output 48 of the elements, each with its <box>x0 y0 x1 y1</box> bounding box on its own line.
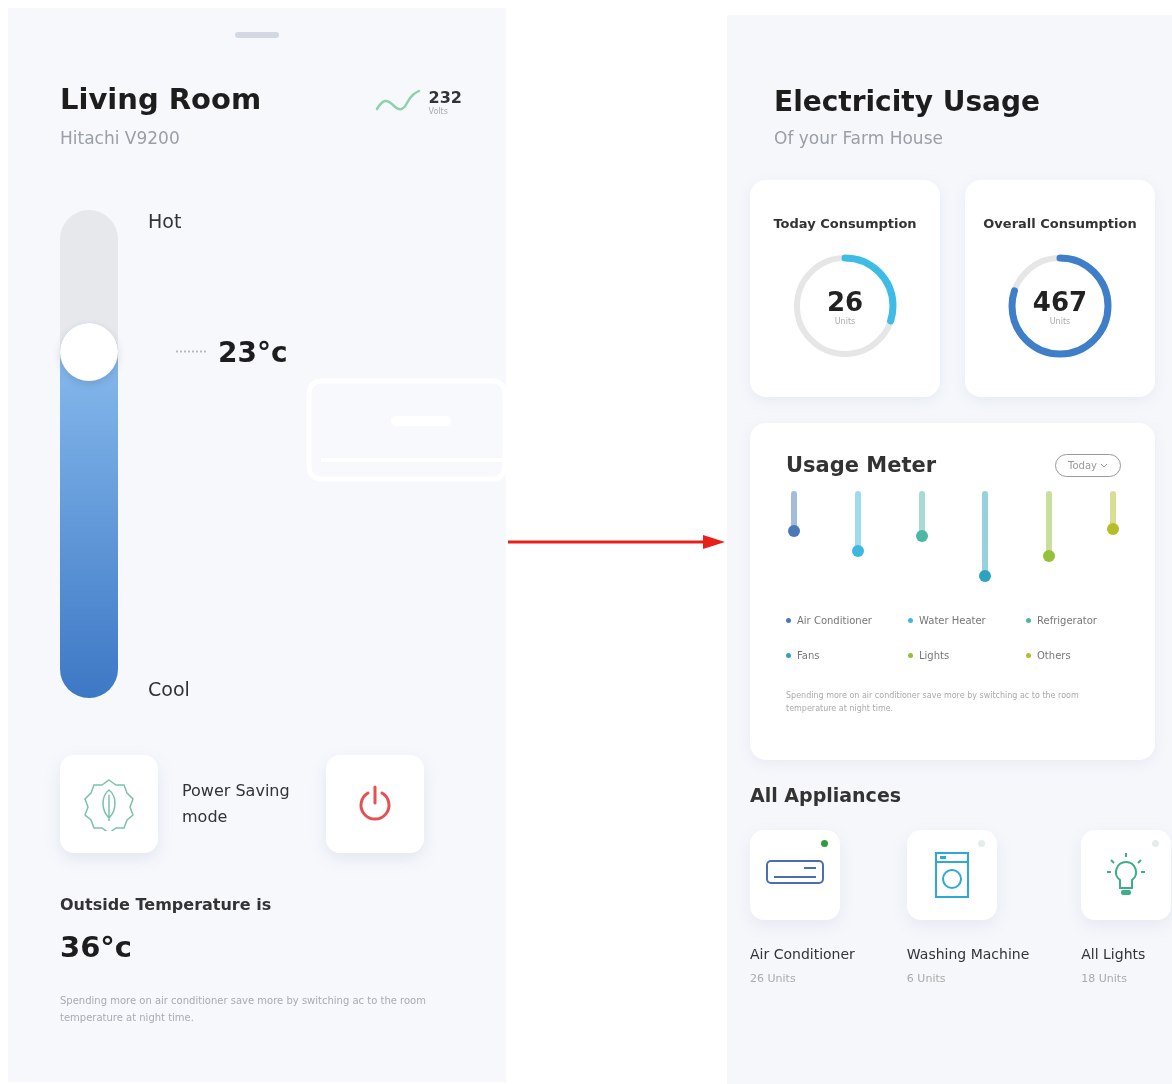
outside-temperature-label: Outside Temperature is <box>60 895 273 914</box>
washing-machine-icon <box>934 852 969 898</box>
consumption-value: 467 <box>1032 286 1088 317</box>
drag-handle[interactable] <box>235 32 279 38</box>
device-name: Hitachi V9200 <box>60 128 181 148</box>
temperature-reading: 23°c <box>218 335 288 368</box>
appliance-name: All Lights <box>1081 946 1147 962</box>
tip-text: Spending more on air conditioner save more by switching ac to the room temperature at night time. <box>786 690 1080 715</box>
consumption-value: 26 <box>826 286 864 317</box>
tip-text: Spending more on air conditioner save more by switching ac to the room temperature at night time. <box>60 994 427 1025</box>
appliance-button[interactable] <box>1081 830 1172 920</box>
meter-title: Usage Meter <box>786 453 937 477</box>
room-title: Living Room <box>60 82 262 116</box>
appliance-button[interactable] <box>750 830 840 920</box>
consumption-unit: Units <box>1049 316 1071 326</box>
leader-line <box>176 350 206 353</box>
legend-label: Air Conditioner <box>797 615 872 626</box>
legend-label: Others <box>1037 650 1071 661</box>
appliance-button[interactable] <box>906 830 997 920</box>
power-icon <box>357 785 393 823</box>
legend-label: Lights <box>919 650 950 661</box>
leaf-button[interactable] <box>60 755 158 853</box>
hot-label: Hot <box>148 210 183 232</box>
consumption-title: Overall Consumption <box>983 216 1137 231</box>
legend-label: Fans <box>797 650 820 661</box>
appliance-units: 26 Units <box>750 972 797 985</box>
usage-title: Electricity Usage <box>774 85 1041 118</box>
appliance-name: Air Conditioner <box>750 946 855 962</box>
arrow-icon <box>508 534 725 550</box>
period-dropdown[interactable]: Today <box>1055 453 1121 477</box>
leaf-icon <box>82 777 136 831</box>
appliance-name: Washing Machine <box>906 946 1030 962</box>
voltage-value: 232 <box>428 88 462 107</box>
voltage-unit: Volts <box>428 107 449 116</box>
appliance-units: 6 Units <box>906 972 947 985</box>
legend-label: Refrigerator <box>1037 615 1097 626</box>
outside-temperature-value: 36°c <box>60 930 134 964</box>
consumption-title: Today Consumption <box>773 216 917 231</box>
light-bulb-icon <box>1106 852 1147 898</box>
caret-icon <box>1100 462 1108 468</box>
cool-label: Cool <box>148 678 191 700</box>
power-button[interactable] <box>326 755 424 853</box>
consumption-unit: Units <box>834 316 856 326</box>
power-saving-label: Power Saving mode <box>182 780 291 828</box>
usage-subtitle: Of your Farm House <box>774 128 944 148</box>
appliance-units: 18 Units <box>1081 972 1128 985</box>
appliances-title: All Appliances <box>750 784 903 806</box>
legend-label: Water Heater <box>919 615 986 626</box>
